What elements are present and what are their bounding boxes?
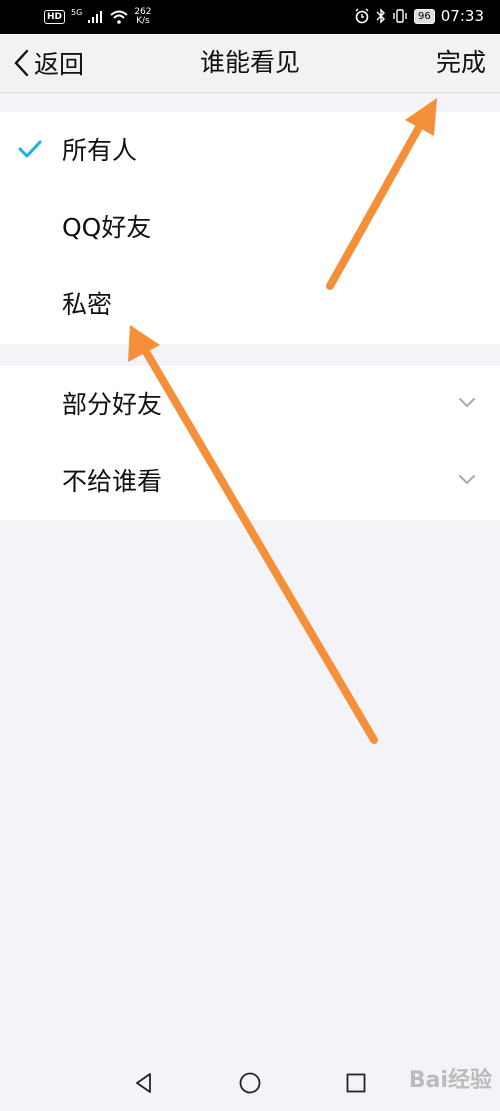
network-type: 5G <box>71 7 83 17</box>
watermark: Bai经验 <box>408 1068 492 1093</box>
network-speed: 262 K/s <box>134 8 151 26</box>
bluetooth-icon <box>376 8 386 24</box>
back-button[interactable]: 返回 <box>10 44 84 82</box>
back-triangle-icon[interactable] <box>132 1071 156 1095</box>
option-label: 所有人 <box>62 136 138 165</box>
status-right: 96 07:33 <box>354 7 484 25</box>
option-qq-friends[interactable]: QQ好友 <box>0 189 500 266</box>
speed-unit: K/s <box>136 16 150 26</box>
clock: 07:33 <box>440 7 484 25</box>
option-label: 不给谁看 <box>62 467 163 496</box>
partial-visibility-options: 部分好友 不给谁看 <box>0 366 500 520</box>
nav-bar: 返回 谁能看见 完成 <box>0 34 500 93</box>
option-hide-from[interactable]: 不给谁看 <box>0 443 500 520</box>
check-icon <box>18 140 42 158</box>
option-label: 私密 <box>62 290 113 319</box>
chevron-left-icon <box>14 49 29 77</box>
alarm-icon <box>355 8 369 24</box>
option-everyone[interactable]: 所有人 <box>0 112 500 189</box>
chevron-down-icon <box>459 398 475 408</box>
hd-badge: HD <box>44 10 66 24</box>
option-private[interactable]: 私密 <box>0 266 500 343</box>
wifi-icon <box>110 10 128 24</box>
option-label: 部分好友 <box>62 390 163 419</box>
battery-icon: 96 <box>414 8 435 24</box>
visibility-options: 所有人 QQ好友 私密 <box>0 112 500 344</box>
status-left: HD 5G 262 K/s <box>44 8 152 26</box>
chevron-down-icon <box>459 475 475 485</box>
status-bar: HD 5G 262 K/s 96 07:33 <box>0 0 500 34</box>
signal-icon <box>88 11 103 23</box>
option-some-friends[interactable]: 部分好友 <box>0 366 500 443</box>
home-circle-icon[interactable] <box>238 1071 262 1095</box>
back-label: 返回 <box>34 50 85 79</box>
done-button[interactable]: 完成 <box>436 34 486 92</box>
recents-square-icon[interactable] <box>344 1071 368 1095</box>
option-label: QQ好友 <box>62 213 152 242</box>
vibrate-icon <box>393 9 407 23</box>
